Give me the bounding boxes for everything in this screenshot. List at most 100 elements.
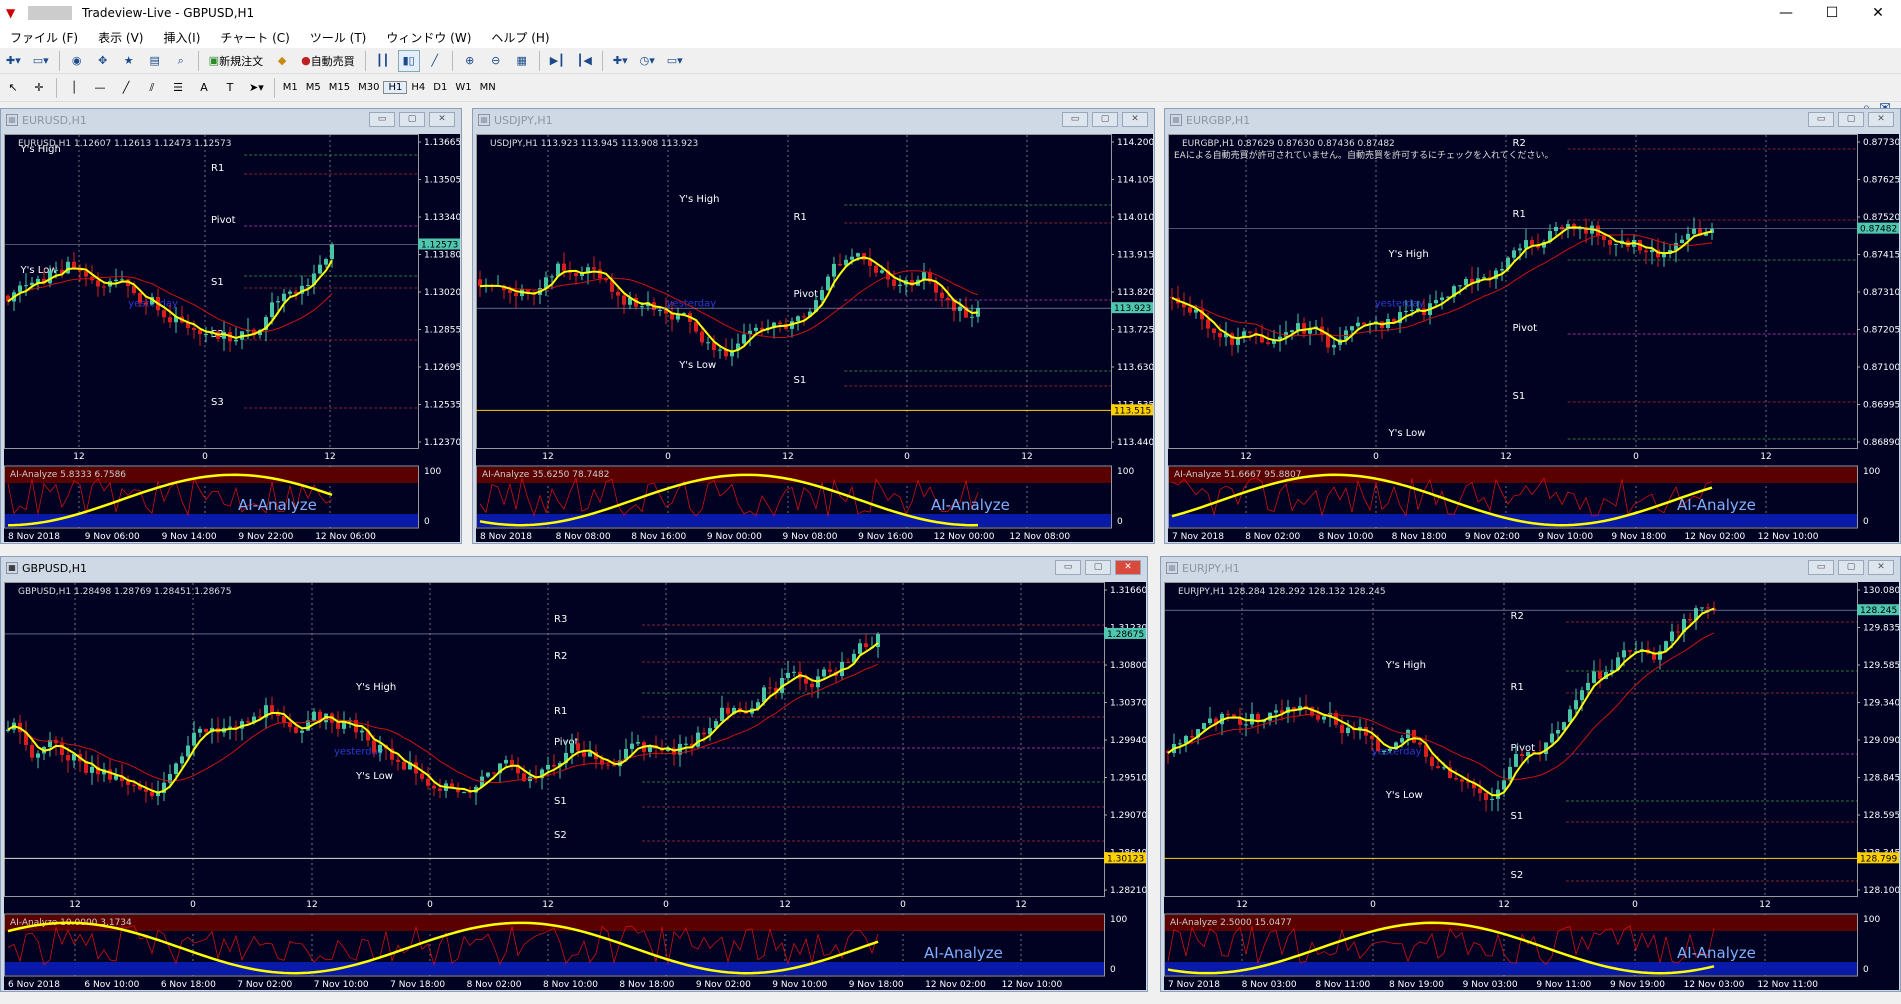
- zoom-out-icon[interactable]: ⊖: [485, 50, 507, 72]
- market-watch-icon[interactable]: ◉: [66, 50, 88, 72]
- menu-help[interactable]: ヘルプ (H): [481, 29, 559, 46]
- chart-window-eurjpy[interactable]: ▦ EURJPY,H1 ▭ ▢ ✕ 12 0 12 0 12 130.080 129.835 129.…: [1160, 556, 1901, 992]
- chart-canvas[interactable]: 12 0 12 1.13665 1.13505 1.13340 1.13180 1.13020…: [4, 134, 460, 542]
- metaeditor-icon[interactable]: ◆: [271, 50, 293, 72]
- fibonacci-icon[interactable]: ☰: [167, 77, 189, 99]
- tile-windows-icon[interactable]: ▦: [511, 50, 533, 72]
- maximize-button[interactable]: ☐: [1809, 0, 1855, 26]
- menu-tools[interactable]: ツール (T): [300, 29, 377, 46]
- trendline-icon[interactable]: ╱: [115, 77, 137, 99]
- hline-price-value: 128.799: [1860, 854, 1897, 864]
- navigator-icon[interactable]: ★: [118, 50, 140, 72]
- chart-minimize-button[interactable]: ▭: [1062, 112, 1088, 127]
- minimize-button[interactable]: —: [1763, 0, 1809, 26]
- bar-chart-icon[interactable]: ┃┃: [372, 50, 394, 72]
- candle-body: [1388, 748, 1392, 751]
- yesterday-label: yesterday: [334, 747, 384, 758]
- chart-window-title: USDJPY,H1: [494, 113, 553, 127]
- chart-window-header[interactable]: ▦ USDJPY,H1: [473, 109, 1154, 131]
- auto-scroll-icon[interactable]: ▶┃: [546, 50, 569, 72]
- tf-h1[interactable]: H1: [383, 81, 408, 94]
- chart-close-button[interactable]: ✕: [1115, 560, 1141, 575]
- menu-insert[interactable]: 挿入(I): [153, 29, 210, 46]
- chart-canvas[interactable]: 12 0 12 0 12 130.080 129.835 129.585 129.340 129.…: [1164, 582, 1899, 990]
- tester-icon[interactable]: ⌕: [170, 50, 192, 72]
- chart-maximize-button[interactable]: ▢: [1838, 112, 1864, 127]
- zoom-in-icon[interactable]: ⊕: [459, 50, 481, 72]
- menu-view[interactable]: 表示 (V): [88, 29, 153, 46]
- candle-body: [726, 707, 730, 714]
- chart-window-eurusd[interactable]: ▦ EURUSD,H1 ▭ ▢ ✕ 12 0 12 1.13665 1.13505 1.13340…: [0, 108, 462, 544]
- new-chart-icon[interactable]: ✚▾: [2, 50, 25, 72]
- tf-w1[interactable]: W1: [451, 82, 475, 93]
- candle-body: [804, 678, 808, 684]
- tf-d1[interactable]: D1: [429, 82, 451, 93]
- chart-close-button[interactable]: ✕: [1868, 112, 1894, 127]
- indicators-icon[interactable]: ✚▾: [609, 50, 632, 72]
- chart-maximize-button[interactable]: ▢: [1092, 112, 1118, 127]
- chart-close-button[interactable]: ✕: [1122, 112, 1148, 127]
- periods-icon[interactable]: ◷▾: [636, 50, 659, 72]
- tf-m5[interactable]: M5: [302, 82, 325, 93]
- tf-m30[interactable]: M30: [354, 82, 383, 93]
- chart-window-header[interactable]: ▦ EURGBP,H1: [1165, 109, 1900, 131]
- arrows-icon[interactable]: ➤▾: [245, 77, 268, 99]
- candle-body: [1274, 710, 1278, 713]
- horizontal-line-icon[interactable]: —: [89, 77, 111, 99]
- chart-minimize-button[interactable]: ▭: [369, 112, 395, 127]
- chart-window-header[interactable]: ▦ GBPUSD,H1: [1, 557, 1147, 579]
- pivot-level-label: R1: [211, 163, 224, 174]
- chart-maximize-button[interactable]: ▢: [1085, 560, 1111, 575]
- chart-canvas[interactable]: 12 0 12 0 12 114.200 114.105 114.010 113.915 113.…: [476, 134, 1153, 542]
- chart-maximize-button[interactable]: ▢: [399, 112, 425, 127]
- channel-icon[interactable]: ⫽: [141, 77, 163, 99]
- chart-canvas[interactable]: 120120120120121.316601.312301.308001.303…: [4, 582, 1146, 990]
- chart-window-eurgbp[interactable]: ▦ EURGBP,H1 ▭ ▢ ✕ 12 0 12 0 12 0.87730 0.87625 0.87…: [1164, 108, 1901, 544]
- current-price-value: 0.87482: [1860, 225, 1897, 235]
- pivot-level-label: S1: [794, 375, 807, 386]
- line-chart-icon[interactable]: ╱: [424, 50, 446, 72]
- chart-window-usdjpy[interactable]: ▦ USDJPY,H1 ▭ ▢ ✕ 12 0 12 0 12 114.200 114.105 114.…: [472, 108, 1155, 544]
- candle-body: [1586, 682, 1590, 691]
- current-price-value: 113.923: [1114, 304, 1151, 314]
- new-order-button[interactable]: ▣ 新規注文: [205, 50, 267, 72]
- tf-m15[interactable]: M15: [325, 82, 354, 93]
- chart-window-icon: ▦: [6, 562, 18, 574]
- candle-body: [1436, 766, 1440, 769]
- pivot-level-label: R1: [794, 212, 807, 223]
- chart-minimize-button[interactable]: ▭: [1808, 560, 1834, 575]
- menu-file[interactable]: ファイル (F): [0, 29, 88, 46]
- chart-close-button[interactable]: ✕: [429, 112, 455, 127]
- candlestick-icon[interactable]: ▮▯: [397, 49, 420, 72]
- chart-minimize-button[interactable]: ▭: [1808, 112, 1834, 127]
- profiles-icon[interactable]: ▭▾: [29, 50, 53, 72]
- chart-maximize-button[interactable]: ▢: [1838, 560, 1864, 575]
- vertical-line-icon[interactable]: │: [63, 77, 85, 99]
- candle-body: [84, 271, 88, 277]
- cursor-icon[interactable]: ↖: [2, 77, 24, 99]
- terminal-icon[interactable]: ▤: [144, 50, 166, 72]
- crosshair-icon[interactable]: ✛: [28, 77, 50, 99]
- chart-shift-icon[interactable]: ┃◀: [573, 50, 596, 72]
- date-axis-label: 8 Nov 10:00: [543, 980, 598, 990]
- chart-minimize-button[interactable]: ▭: [1055, 560, 1081, 575]
- chart-canvas[interactable]: 12 0 12 0 12 0.87730 0.87625 0.87520 0.87415 0.87…: [1168, 134, 1899, 542]
- text-icon[interactable]: A: [193, 77, 215, 99]
- date-axis-label: 12 Nov 10:00: [1002, 980, 1063, 990]
- tf-m1[interactable]: M1: [279, 82, 302, 93]
- candle-body: [1490, 798, 1494, 800]
- chart-window-gbpusd[interactable]: ▦GBPUSD,H1 ▭ ▢ ✕ 120120120120121.316601.312…: [0, 556, 1148, 992]
- candle-body: [1296, 323, 1300, 331]
- data-window-icon[interactable]: ✥: [92, 50, 114, 72]
- templates-icon[interactable]: ▭▾: [663, 50, 687, 72]
- close-button[interactable]: ✕: [1855, 0, 1901, 26]
- auto-trade-button[interactable]: ● 自動売買: [297, 50, 359, 72]
- menu-window[interactable]: ウィンドウ (W): [376, 29, 481, 46]
- tf-mn[interactable]: MN: [476, 82, 500, 93]
- menu-chart[interactable]: チャート (C): [210, 29, 299, 46]
- label-icon[interactable]: T: [219, 77, 241, 99]
- chart-window-header[interactable]: ▦ EURJPY,H1: [1161, 557, 1900, 579]
- candle-body: [828, 669, 832, 672]
- chart-close-button[interactable]: ✕: [1868, 560, 1894, 575]
- tf-h4[interactable]: H4: [407, 82, 429, 93]
